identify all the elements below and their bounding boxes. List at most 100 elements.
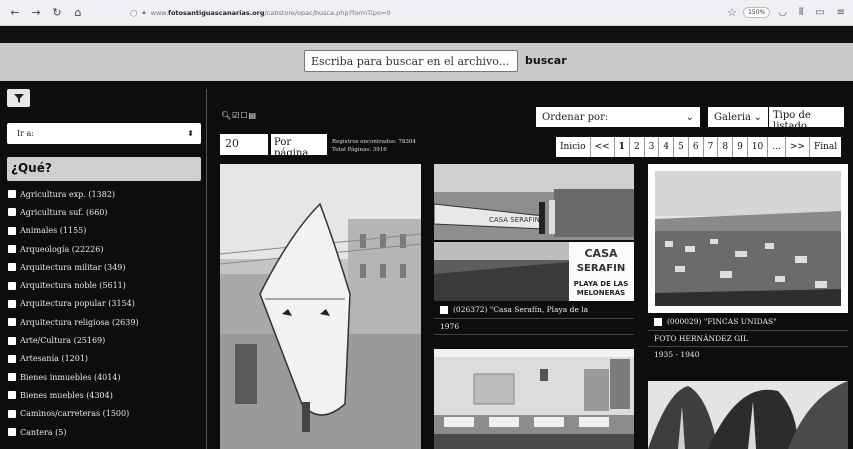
category-checkbox[interactable] (8, 299, 16, 308)
category-checkbox[interactable] (8, 391, 16, 400)
category-checkbox[interactable] (8, 190, 16, 199)
per-page-button[interactable]: Por página (271, 134, 327, 159)
pocket-icon[interactable]: ◡ (778, 7, 787, 18)
category-label: Arquitectura popular (3154) (20, 299, 135, 309)
sign-line-3: PLAYA DE LAS (574, 280, 629, 288)
category-label: Caminos/carreteras (1500) (20, 409, 130, 419)
shield-icon: ◯ (130, 8, 138, 17)
card-2-title[interactable]: (026372) "Casa Serafín, Playa de la (453, 305, 588, 314)
page-link[interactable]: 9 (733, 137, 748, 157)
select-arrows-icon: ⬍ (187, 129, 194, 138)
per-page-input[interactable]: 20 (220, 134, 268, 155)
category-label: Arquitectura religiosa (2639) (20, 317, 139, 327)
page-link[interactable]: Inicio (556, 137, 591, 157)
category-item[interactable]: Arquitectura militar (349) (8, 258, 204, 276)
chevron-down-icon: ⌄ (753, 111, 762, 123)
site-topbar (0, 26, 853, 43)
category-item[interactable]: Cantera (5) (8, 423, 204, 441)
sign-line-4: MELONERAS (577, 289, 625, 297)
select-checkbox[interactable] (440, 305, 448, 314)
page-link[interactable]: 6 (689, 137, 704, 157)
category-label: Bienes inmuebles (4014) (20, 372, 121, 382)
category-checkbox[interactable] (8, 373, 16, 382)
category-item[interactable]: Arqueología (22226) (8, 240, 204, 258)
page-link[interactable]: >> (786, 137, 810, 157)
category-checkbox[interactable] (8, 336, 16, 345)
card-3-title[interactable]: (000029) "FINCAS UNIDAS" (667, 317, 777, 326)
category-checkbox[interactable] (8, 226, 16, 235)
page-link[interactable]: 1 (615, 137, 630, 157)
page-link[interactable]: << (591, 137, 615, 157)
sign-line-2: SERAFIN (577, 263, 625, 274)
reload-icon[interactable]: ↻ (51, 6, 63, 19)
records-info: Registros encontrados: 78304 Total Págin… (332, 138, 416, 154)
view-icons: 🔍︎☑☐▤ (221, 111, 257, 120)
zoom-badge[interactable]: 150% (743, 7, 771, 18)
category-item[interactable]: Arquitectura noble (5611) (8, 276, 204, 294)
ir-a-select[interactable]: Ir a: ⬍ (7, 123, 201, 144)
page-link[interactable]: 8 (718, 137, 734, 157)
page-link[interactable]: 10 (748, 137, 769, 157)
category-checkbox[interactable] (8, 208, 16, 217)
category-checkbox[interactable] (8, 245, 16, 254)
card-2-year: 1976 (434, 319, 634, 335)
category-item[interactable]: Agricultura suf. (660) (8, 203, 204, 221)
card-3-years: 1935 - 1940 (654, 350, 700, 359)
search-icon[interactable]: 🔍︎ (221, 111, 232, 120)
main-area: Ir a: ⬍ ¿Qué? Agricultura exp. (1382) Agr… (0, 81, 853, 449)
category-checkbox[interactable] (8, 281, 16, 290)
view-select[interactable]: Galeria ⌄ (708, 107, 768, 127)
search-button[interactable]: buscar (525, 54, 567, 67)
search-input[interactable] (304, 50, 518, 72)
bookmark-star-icon[interactable]: ☆ (727, 6, 737, 19)
category-item[interactable]: Bienes muebles (4304) (8, 386, 204, 404)
category-item[interactable]: Caminos/carreteras (1500) (8, 405, 204, 423)
category-checkbox[interactable] (8, 263, 16, 272)
category-checkbox[interactable] (8, 354, 16, 363)
page-link[interactable]: 5 (674, 137, 689, 157)
category-checkbox[interactable] (8, 318, 16, 327)
category-item[interactable]: Agricultura exp. (1382) (8, 185, 204, 203)
list-icon[interactable]: ▤ (249, 111, 258, 120)
category-label: Arquitectura militar (349) (20, 262, 126, 272)
gallery-card-3[interactable]: (000029) "FINCAS UNIDAS" FOTO HERNÁNDEZ … (648, 164, 848, 371)
category-label: Arqueología (22226) (20, 244, 104, 254)
list-type-button[interactable]: Tipo de listado (769, 107, 844, 132)
fincas-photo (655, 171, 841, 306)
casa-serafin-photo: CASA SERAFIN CASA SERAFIN PLAYA DE LAS M… (434, 164, 634, 301)
select-checkbox[interactable] (654, 317, 662, 326)
library-icon[interactable]: ⫴ (799, 7, 803, 18)
order-select[interactable]: Ordenar por: ⌄ (536, 107, 700, 127)
category-item[interactable]: Arte/Cultura (25169) (8, 331, 204, 349)
gallery-card-5[interactable] (648, 381, 848, 449)
category-item[interactable]: Arquitectura popular (3154) (8, 295, 204, 313)
forward-icon[interactable]: → (30, 6, 42, 19)
gallery-card-1[interactable] (220, 164, 421, 449)
category-item[interactable]: Artesanía (1201) (8, 350, 204, 368)
menu-icon[interactable]: ≡ (837, 7, 845, 18)
back-icon[interactable]: ← (9, 6, 21, 19)
category-item[interactable]: Bienes inmuebles (4014) (8, 368, 204, 386)
address-bar[interactable]: ◯ 🔒︎ www.fotosantiguascanarias.org/cabst… (130, 8, 743, 17)
page-link[interactable]: 7 (704, 137, 719, 157)
page-link[interactable]: Final (810, 137, 841, 157)
category-item[interactable]: Animales (1155) (8, 222, 204, 240)
pagination: Inicio << 1 2 3 4 5 6 7 8 9 10... >> Final (556, 137, 842, 157)
gallery-card-2[interactable]: CASA SERAFIN CASA SERAFIN PLAYA DE LAS M… (434, 164, 634, 339)
square-icon[interactable]: ☐ (240, 111, 248, 120)
page-link[interactable]: ... (768, 137, 786, 157)
sidebar-icon[interactable]: ▭ (815, 7, 824, 18)
url-host: fotosantiguascanarias.org (168, 8, 265, 17)
records-found: Registros encontrados: 78304 (332, 139, 416, 145)
category-item[interactable]: Arquitectura religiosa (2639) (8, 313, 204, 331)
dining-room-photo (434, 349, 634, 449)
category-checkbox[interactable] (8, 409, 16, 418)
filter-button[interactable] (7, 89, 30, 107)
gallery-card-4[interactable] (434, 349, 634, 449)
page-link[interactable]: 4 (659, 137, 675, 157)
category-label: Agricultura suf. (660) (20, 207, 108, 217)
category-checkbox[interactable] (8, 428, 16, 436)
home-icon[interactable]: ⌂ (72, 6, 84, 19)
page-link[interactable]: 3 (645, 137, 660, 157)
page-link[interactable]: 2 (630, 137, 645, 157)
